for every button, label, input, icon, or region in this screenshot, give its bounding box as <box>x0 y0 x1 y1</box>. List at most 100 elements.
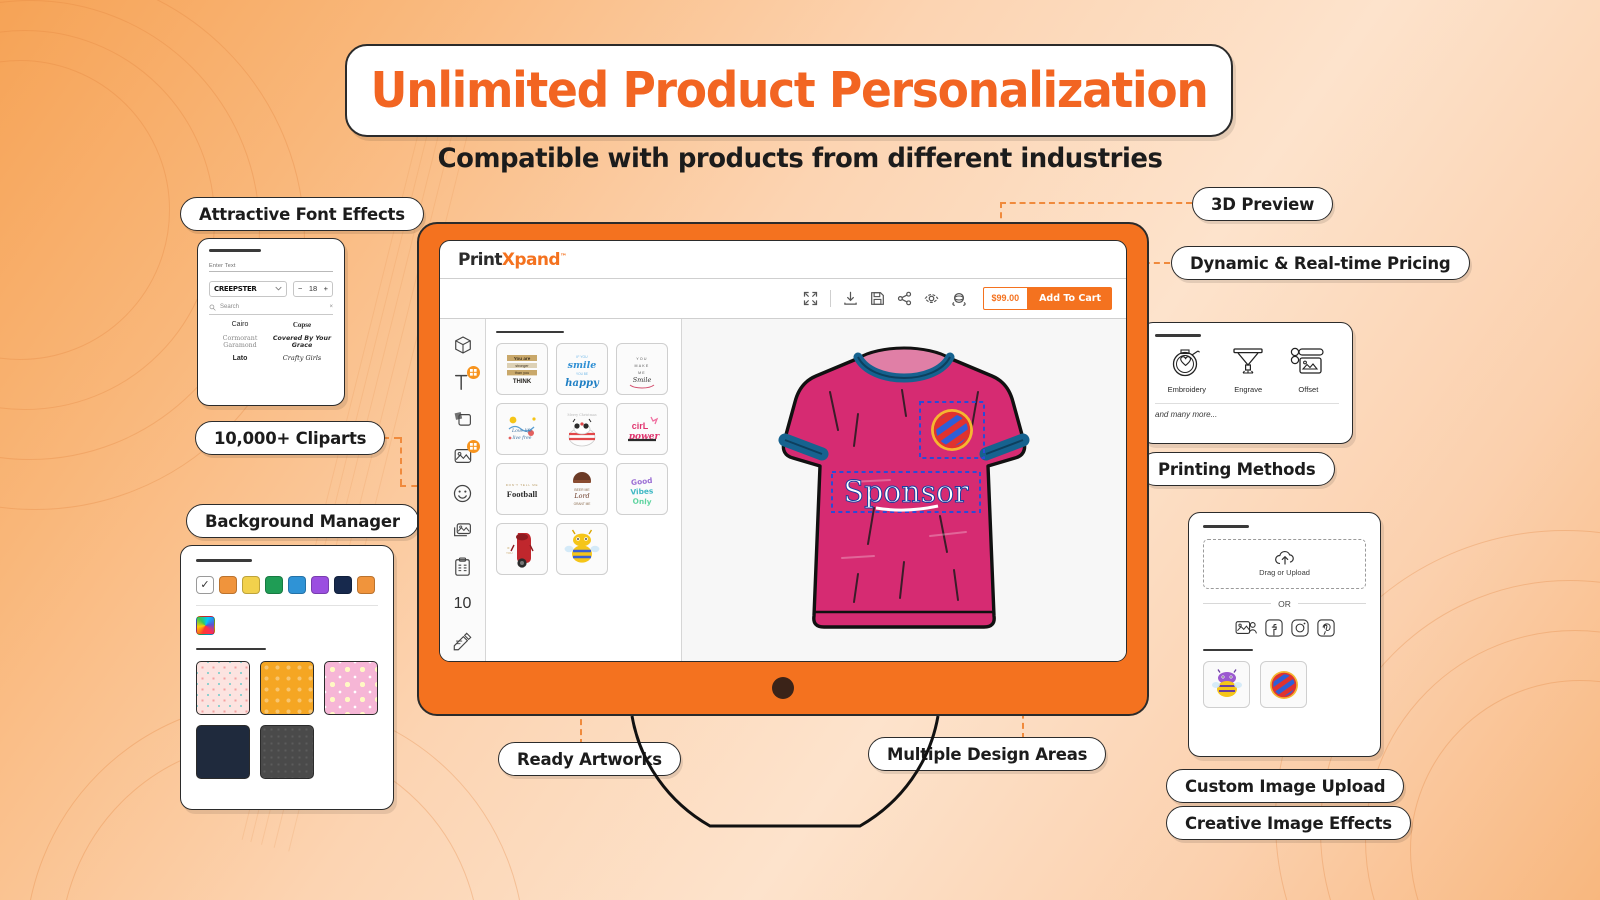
pill-background-mgr[interactable]: Background Manager <box>186 504 419 538</box>
uploaded-thumb-badge[interactable] <box>1260 661 1307 709</box>
font-size-stepper[interactable]: − 18 + <box>293 280 333 297</box>
preview-icon[interactable] <box>924 291 939 306</box>
artwork-item-merry-christmas[interactable]: Merry Christmas <box>556 403 608 456</box>
swatch-navy[interactable] <box>334 575 352 594</box>
pattern-tile-orange-dots[interactable] <box>260 661 314 716</box>
printing-method-offset[interactable]: Offset <box>1290 346 1326 394</box>
rail-item-product-3d[interactable] <box>451 333 475 357</box>
swatch-selected[interactable]: ✓ <box>196 575 214 594</box>
swatch-green[interactable] <box>265 575 283 594</box>
font-family-value: CREEPSTER <box>214 284 257 293</box>
artwork-item-bee-happy[interactable] <box>556 523 608 576</box>
background-manager-panel: ✓ <box>180 545 394 810</box>
svg-text:YOU BE: YOU BE <box>576 372 588 376</box>
app-logo[interactable]: PrintXpand™ <box>458 249 567 270</box>
clipart-tool-icon <box>453 484 472 502</box>
font-size-value: 18 <box>308 284 318 294</box>
save-icon[interactable] <box>870 291 885 306</box>
drop-zone[interactable]: Drag or Upload <box>1203 538 1366 589</box>
artwork-thumb: Merry Christmas <box>567 413 597 447</box>
font-option-copse[interactable]: Copse <box>271 321 333 329</box>
pill-custom-upload[interactable]: Custom Image Upload <box>1166 769 1405 803</box>
font-option-covered[interactable]: Covered By Your Grace <box>271 335 333 349</box>
rail-item-clipart[interactable] <box>451 481 475 505</box>
artwork-item-football[interactable]: DON'T TELL ME Football <box>496 463 548 516</box>
custom-upload-panel: Drag or Upload OR <box>1188 512 1381 757</box>
tshirt-product[interactable]: Sponsor <box>754 330 1054 650</box>
artwork-item-graffiti[interactable]: Good Vibes Only <box>616 463 668 516</box>
artwork-item-beer-lord[interactable]: BEER ME Lord GRANT ME <box>556 463 608 516</box>
swatch-orange-2[interactable] <box>357 575 375 594</box>
artwork-item-red-scooter[interactable]: IF YOU <box>496 523 548 576</box>
rail-item-image[interactable] <box>451 440 480 468</box>
color-picker-button[interactable] <box>196 615 215 635</box>
app-workspace: 10 You are stronger than you THINK IF YO… <box>440 319 1126 661</box>
font-search-input[interactable]: Search <box>220 304 325 310</box>
font-option-cormorant[interactable]: Cormorant Garamond <box>209 335 271 349</box>
artwork-item-girl-power[interactable]: cirL power <box>616 403 668 456</box>
pill-cliparts[interactable]: 10,000+ Cliparts <box>195 421 386 455</box>
pattern-tile-navy-solid[interactable] <box>196 725 250 780</box>
rail-item-background[interactable] <box>451 518 475 542</box>
artwork-item-you-are-strong[interactable]: You are stronger than you THINK <box>496 343 548 396</box>
pattern-tile-pink-polka[interactable] <box>324 661 378 716</box>
page-subtitle: Compatible with products from different … <box>437 143 1163 174</box>
artwork-item-you-make-me-smile[interactable]: YOU MAKE ME Smile <box>616 343 668 396</box>
pattern-tile-pink-confetti[interactable] <box>196 661 250 716</box>
fullscreen-icon[interactable] <box>803 291 818 306</box>
font-option-cairo[interactable]: Cairo <box>209 321 271 329</box>
uploaded-thumb-bee[interactable] <box>1203 661 1250 709</box>
rail-item-text[interactable] <box>451 366 480 394</box>
pill-font-effects[interactable]: Attractive Font Effects <box>180 197 424 231</box>
chest-badge-design <box>931 409 973 451</box>
share-icon[interactable] <box>897 291 912 306</box>
swatch-yellow[interactable] <box>242 575 260 594</box>
text-input-underline[interactable] <box>209 270 333 272</box>
facebook-icon[interactable] <box>1264 618 1283 637</box>
pill-creative-effects[interactable]: Creative Image Effects <box>1166 806 1411 840</box>
toolbar-divider <box>829 290 831 307</box>
layers-count[interactable]: 10 <box>451 592 475 616</box>
svg-text:stronger: stronger <box>515 364 529 368</box>
pattern-tile-grey-texture[interactable] <box>260 725 314 780</box>
rail-item-effects[interactable] <box>451 629 475 653</box>
3d-rotate-icon[interactable] <box>951 291 967 307</box>
artwork-item-love-life[interactable]: Love life live free <box>496 403 548 456</box>
rail-item-template[interactable] <box>451 555 475 579</box>
pill-3d-preview[interactable]: 3D Preview <box>1192 187 1334 221</box>
font-search-row[interactable]: Search × <box>209 304 333 315</box>
download-icon[interactable] <box>843 291 858 306</box>
cloud-upload-icon <box>1274 551 1294 565</box>
svg-text:DON'T TELL ME: DON'T TELL ME <box>506 483 539 487</box>
svg-text:YOU: YOU <box>636 357 647 361</box>
artwork-item-smile-happy[interactable]: IF YOU smile YOU BE happy <box>556 343 608 396</box>
artwork-thumb: You are stronger than you THINK <box>507 355 537 385</box>
printing-method-embroidery[interactable]: Embroidery <box>1168 346 1206 394</box>
size-decrement[interactable]: − <box>298 284 302 293</box>
add-to-cart-button[interactable]: Add To Cart <box>1028 287 1112 310</box>
clear-icon[interactable]: × <box>329 304 333 310</box>
gallery-icon[interactable] <box>1235 619 1257 637</box>
artwork-thumb: IF YOU smile YOU BE happy <box>565 355 600 389</box>
background-tool-icon <box>454 523 471 537</box>
design-canvas[interactable]: Sponsor <box>682 319 1126 661</box>
swatch-blue[interactable] <box>288 575 306 594</box>
logo-part-x: X <box>501 249 515 270</box>
app-header: PrintXpand™ <box>440 241 1126 279</box>
font-option-lato[interactable]: Lato <box>209 355 271 363</box>
pill-printing-methods[interactable]: Printing Methods <box>1139 452 1335 486</box>
panel-divider-2 <box>196 647 266 651</box>
font-family-select[interactable]: CREEPSTER <box>209 280 287 297</box>
monitor-power-button[interactable] <box>772 677 794 699</box>
pill-dynamic-pricing[interactable]: Dynamic & Real-time Pricing <box>1171 246 1470 280</box>
size-increment[interactable]: + <box>324 284 328 293</box>
rail-item-artwork[interactable] <box>451 407 475 431</box>
artwork-thumb: BEER ME Lord GRANT ME <box>573 472 591 506</box>
font-option-crafty[interactable]: Crafty Girls <box>271 354 333 363</box>
monitor-frame: PrintXpand™ $99.00 Add To Cart 10 You ar… <box>417 222 1149 716</box>
pinterest-icon[interactable] <box>1316 618 1335 637</box>
swatch-orange[interactable] <box>219 575 237 594</box>
instagram-icon[interactable] <box>1290 618 1309 637</box>
swatch-purple[interactable] <box>311 575 329 594</box>
printing-method-engrave[interactable]: Engrave <box>1231 346 1265 394</box>
